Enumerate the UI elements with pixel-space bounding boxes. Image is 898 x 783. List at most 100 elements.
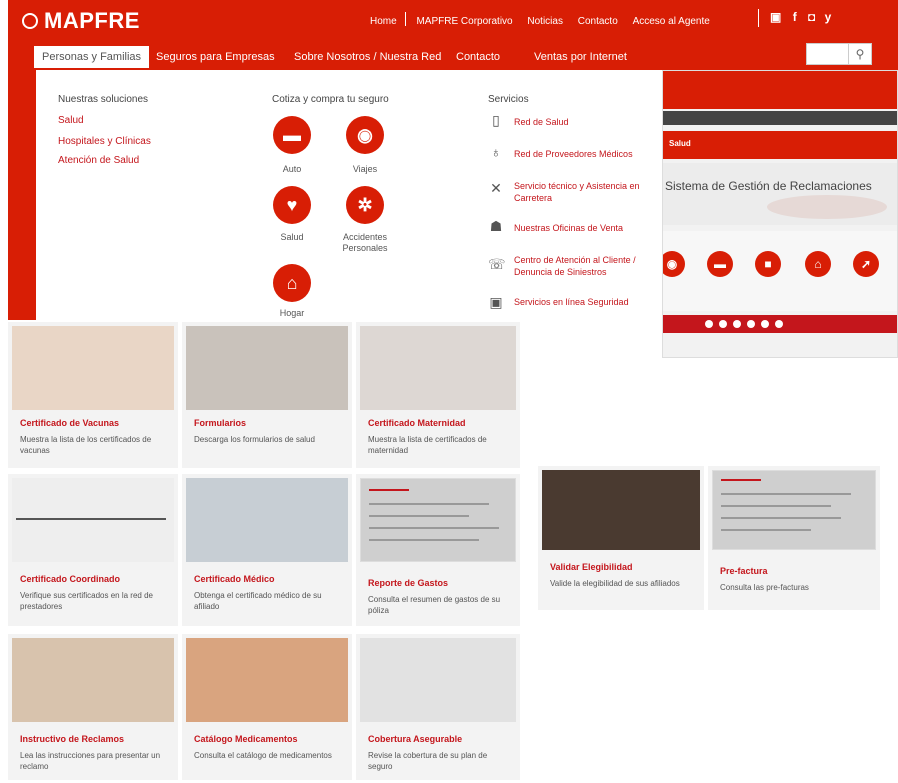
card-coordinado[interactable]: Certificado Coordinado Verifique sus cer…: [8, 474, 178, 626]
card-title[interactable]: Certificado Médico: [194, 574, 275, 584]
embedded-arrow-icon[interactable]: ➚: [853, 251, 879, 277]
card-maternidad[interactable]: Certificado Maternidad Muestra la lista …: [356, 322, 520, 468]
embedded-globe-icon[interactable]: ◉: [663, 251, 685, 277]
card-instructivo[interactable]: Instructivo de Reclamos Lea las instrucc…: [8, 634, 178, 780]
youtube-icon[interactable]: ▣: [770, 10, 781, 24]
card-title[interactable]: Reporte de Gastos: [368, 578, 448, 588]
card-image: [12, 638, 174, 722]
home-icon[interactable]: ⌂: [273, 264, 311, 302]
topnav-corporativo[interactable]: MAPFRE Corporativo: [416, 16, 512, 27]
card-title[interactable]: Certificado de Vacunas: [20, 418, 119, 428]
doc-line: [369, 539, 479, 541]
facebook-icon[interactable]: f: [793, 10, 797, 24]
card-title[interactable]: Validar Elegibilidad: [550, 562, 633, 572]
card-desc: Revise la cobertura de su plan de seguro: [368, 751, 488, 771]
card-gastos[interactable]: Reporte de Gastos Consulta el resumen de…: [356, 474, 520, 626]
tab-ventas[interactable]: Ventas por Internet: [526, 46, 635, 68]
card-image: [712, 470, 876, 550]
embedded-dark-bar: [663, 111, 897, 125]
card-title[interactable]: Catálogo Medicamentos: [194, 734, 298, 744]
service-en-linea[interactable]: Servicios en línea Seguridad: [514, 296, 654, 308]
mapfre-logo[interactable]: MAPFRE: [22, 8, 140, 34]
topnav-noticias[interactable]: Noticias: [527, 16, 563, 27]
social-separator: [758, 9, 759, 27]
mega-menu: Nuestras soluciones Salud Hospitales y C…: [36, 70, 662, 320]
topnav-agente[interactable]: Acceso al Agente: [633, 16, 710, 27]
card-medico[interactable]: Certificado Médico Obtenga el certificad…: [182, 474, 352, 626]
tab-empresas[interactable]: Seguros para Empresas: [148, 46, 283, 68]
product-salud-label[interactable]: Salud: [257, 232, 327, 242]
card-title[interactable]: Instructivo de Reclamos: [20, 734, 124, 744]
card-elegibilidad[interactable]: Validar Elegibilidad Valide la elegibili…: [538, 466, 704, 610]
card-image-line: [16, 518, 166, 520]
tab-contacto[interactable]: Contacto: [448, 46, 508, 68]
embedded-top-red: [663, 71, 897, 109]
topnav-contacto[interactable]: Contacto: [578, 16, 618, 27]
doc-line: [721, 493, 851, 495]
product-auto-label[interactable]: Auto: [257, 164, 327, 174]
auto-icon[interactable]: ▬: [273, 116, 311, 154]
doc-line: [369, 527, 499, 529]
doc-line: [369, 503, 489, 505]
card-image: [186, 638, 348, 722]
twitter-icon[interactable]: y: [825, 10, 832, 24]
embedded-truck-icon[interactable]: ■: [755, 251, 781, 277]
googleplus-icon[interactable]: ◘: [808, 10, 815, 24]
card-title[interactable]: Formularios: [194, 418, 246, 428]
stethoscope-icon: ♁: [490, 144, 502, 160]
card-title[interactable]: Cobertura Asegurable: [368, 734, 462, 744]
carousel-dot[interactable]: [733, 320, 741, 328]
carousel-dot[interactable]: [761, 320, 769, 328]
product-viajes-label[interactable]: Viajes: [330, 164, 400, 174]
search-button[interactable]: ⚲: [848, 43, 872, 65]
menu-link-hospitales[interactable]: Hospitales y Clínicas: [58, 136, 151, 147]
top-nav: Home MAPFRE Corporativo Noticias Contact…: [370, 12, 710, 27]
card-medicamentos[interactable]: Catálogo Medicamentos Consulta el catálo…: [182, 634, 352, 780]
card-title[interactable]: Certificado Maternidad: [368, 418, 466, 428]
menu-link-atencion[interactable]: Atención de Salud: [58, 155, 139, 166]
card-formularios[interactable]: Formularios Descarga los formularios de …: [182, 322, 352, 468]
card-title[interactable]: Pre-factura: [720, 566, 768, 576]
carousel-dot[interactable]: [775, 320, 783, 328]
product-hogar-label[interactable]: Hogar: [257, 308, 327, 318]
carousel-dot[interactable]: [705, 320, 713, 328]
card-desc: Descarga los formularios de salud: [194, 435, 315, 444]
card-image: [360, 326, 516, 410]
card-cobertura[interactable]: Cobertura Asegurable Revise la cobertura…: [356, 634, 520, 780]
card-title[interactable]: Certificado Coordinado: [20, 574, 120, 584]
service-oficinas[interactable]: Nuestras Oficinas de Venta: [514, 222, 654, 234]
card-vacunas[interactable]: Certificado de Vacunas Muestra la lista …: [8, 322, 178, 468]
card-image: [186, 326, 348, 410]
embedded-home-icon[interactable]: ⌂: [805, 251, 831, 277]
service-atencion-cliente[interactable]: Centro de Atención al Cliente / Denuncia…: [514, 254, 644, 278]
carousel-dot[interactable]: [719, 320, 727, 328]
topnav-home[interactable]: Home: [370, 16, 397, 27]
main-tabs: Personas y Familias Seguros para Empresa…: [8, 42, 662, 70]
doc-line: [721, 505, 831, 507]
heart-icon[interactable]: ♥: [273, 186, 311, 224]
carousel-dot[interactable]: [747, 320, 755, 328]
embedded-hands-image: [767, 195, 887, 219]
product-accidentes-label[interactable]: Accidentes Personales: [330, 232, 400, 254]
card-prefactura[interactable]: Pre-factura Consulta las pre-facturas: [708, 466, 880, 610]
menu-link-salud[interactable]: Salud: [58, 115, 84, 126]
embedded-car-icon[interactable]: ▬: [707, 251, 733, 277]
card-desc: Valide la elegibilidad de sus afiliados: [550, 579, 680, 588]
service-asistencia[interactable]: Servicio técnico y Asistencia en Carrete…: [514, 180, 656, 204]
col2-heading: Cotiza y compra tu seguro: [272, 94, 389, 105]
globe-icon[interactable]: ◉: [346, 116, 384, 154]
doc-line: [369, 489, 409, 491]
phone-icon: ☏: [488, 256, 506, 272]
embedded-footer-bar: [663, 315, 897, 333]
card-desc: Consulta el resumen de gastos de su póli…: [368, 595, 501, 615]
card-desc: Muestra la lista de certificados de mate…: [368, 435, 487, 455]
service-red-salud[interactable]: Red de Salud: [514, 116, 654, 128]
card-desc: Verifique sus certificados en la red de …: [20, 591, 153, 611]
logo-mark-icon: [22, 13, 38, 29]
gear-icon[interactable]: ✲: [346, 186, 384, 224]
tab-personas[interactable]: Personas y Familias: [34, 46, 150, 68]
doc-line: [721, 517, 841, 519]
embedded-title: Sistema de Gestión de Reclamaciones: [665, 179, 872, 193]
tab-nosotros[interactable]: Sobre Nosotros / Nuestra Red: [286, 46, 449, 68]
service-proveedores[interactable]: Red de Proveedores Médicos: [514, 148, 664, 160]
